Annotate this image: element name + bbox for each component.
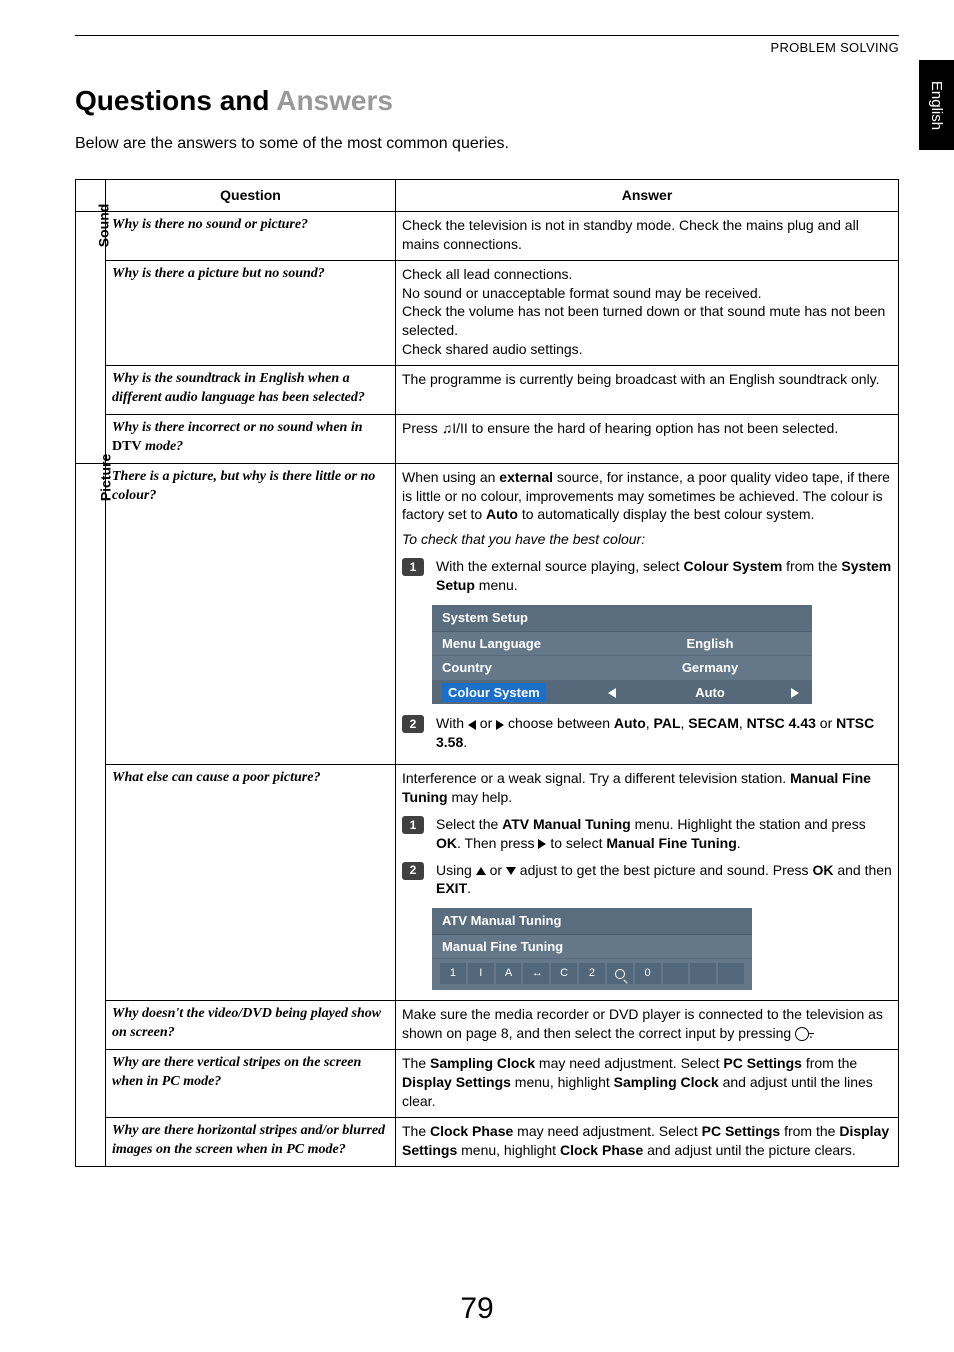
- system-setup-menu: System Setup Menu Language English Count…: [432, 605, 812, 704]
- input-select-icon: [795, 1027, 809, 1041]
- arrow-left-icon: [468, 720, 476, 730]
- step-1b-badge: 1: [402, 816, 424, 834]
- language-tab-label: English: [928, 80, 945, 129]
- atv-cell: [663, 963, 689, 984]
- colour-note: To check that you have the best colour:: [402, 530, 892, 549]
- header-question: Question: [106, 180, 396, 212]
- atv-cell: C: [551, 963, 577, 984]
- page: PROBLEM SOLVING Questions and Answers Be…: [0, 0, 954, 1187]
- a-picture-5: The Clock Phase may need adjustment. Sel…: [396, 1117, 899, 1166]
- category-picture: Picture: [76, 463, 106, 1166]
- top-rule: [75, 35, 899, 36]
- page-number: 79: [0, 1292, 954, 1326]
- qa-table: Question Answer Sound Why is there no so…: [75, 179, 899, 1167]
- title-grey: Answers: [276, 85, 393, 116]
- atv-cell: I: [468, 963, 494, 984]
- q-sound-1: Why is there no sound or picture?: [106, 211, 396, 260]
- a-picture-1: When using an external source, for insta…: [396, 463, 899, 764]
- menu-title: System Setup: [432, 605, 812, 632]
- menu-row-language: Menu Language English: [432, 632, 812, 657]
- q-picture-2: What else can cause a poor picture?: [106, 765, 396, 1001]
- atv-title: ATV Manual Tuning: [432, 908, 752, 935]
- a-sound-2-l3: Check the volume has not been turned dow…: [402, 303, 885, 338]
- arrow-right-icon: [788, 684, 802, 702]
- step-2b: 2 Using or adjust to get the best pictur…: [402, 861, 892, 899]
- arrow-right-icon: [496, 720, 504, 730]
- step-2-body: With or choose between Auto, PAL, SECAM,…: [436, 714, 892, 752]
- menu-row-coloursystem: Colour System Auto: [432, 681, 812, 705]
- a-sound-2-l1: Check all lead connections.: [402, 266, 572, 282]
- step-2-badge: 2: [402, 715, 424, 733]
- header-answer: Answer: [396, 180, 899, 212]
- q-sound-4: Why is there incorrect or no sound when …: [106, 414, 396, 463]
- menu-row-country: Country Germany: [432, 656, 812, 681]
- step-2b-body: Using or adjust to get the best picture …: [436, 861, 892, 899]
- search-icon: [615, 969, 625, 979]
- a-sound-2-l2: No sound or unacceptable format sound ma…: [402, 285, 762, 301]
- q-sound-3: Why is the soundtrack in English when a …: [106, 366, 396, 415]
- step-1-body: With the external source playing, select…: [436, 557, 892, 595]
- step-1b: 1 Select the ATV Manual Tuning menu. Hig…: [402, 815, 892, 853]
- a-sound-4: Press ♫I/II to ensure the hard of hearin…: [396, 414, 899, 463]
- atv-cell: [718, 963, 744, 984]
- q-sound-2: Why is there a picture but no sound?: [106, 260, 396, 365]
- arrow-up-icon: [476, 867, 486, 875]
- audio-mode-icon: ♫I/II: [442, 420, 468, 436]
- intro-text: Below are the answers to some of the mos…: [75, 135, 899, 153]
- arrow-down-icon: [506, 867, 516, 875]
- atv-cell: 2: [579, 963, 605, 984]
- a-sound-2-l4: Check shared audio settings.: [402, 341, 583, 357]
- language-tab: English: [919, 60, 954, 150]
- q-picture-3: Why doesn't the video/DVD being played s…: [106, 1001, 396, 1050]
- q-picture-4: Why are there vertical stripes on the sc…: [106, 1050, 396, 1118]
- title-black: Questions and: [75, 85, 276, 116]
- atv-cell: 1: [440, 963, 466, 984]
- category-sound: Sound: [76, 211, 106, 463]
- q-picture-5: Why are there horizontal stripes and/or …: [106, 1117, 396, 1166]
- page-title: Questions and Answers: [75, 85, 899, 117]
- step-1: 1 With the external source playing, sele…: [402, 557, 892, 595]
- atv-cell-search: [607, 963, 633, 984]
- a-sound-3: The programme is currently being broadca…: [396, 366, 899, 415]
- atv-cell: A: [496, 963, 522, 984]
- step-1b-body: Select the ATV Manual Tuning menu. Highl…: [436, 815, 892, 853]
- a-sound-1: Check the television is not in standby m…: [396, 211, 899, 260]
- category-picture-label: Picture: [96, 453, 115, 500]
- atv-cells: 1 I A ↔ C 2 0: [432, 959, 752, 990]
- a-picture-2: Interference or a weak signal. Try a dif…: [396, 765, 899, 1001]
- step-2b-badge: 2: [402, 862, 424, 880]
- q-picture-1: There is a picture, but why is there lit…: [106, 463, 396, 764]
- atv-cell: 0: [635, 963, 661, 984]
- a-picture-4: The Sampling Clock may need adjustment. …: [396, 1050, 899, 1118]
- step-1-badge: 1: [402, 558, 424, 576]
- atv-sub: Manual Fine Tuning: [432, 935, 752, 960]
- atv-cell: ↔: [523, 963, 549, 984]
- atv-cell: [690, 963, 716, 984]
- arrow-left-icon: [592, 684, 632, 702]
- running-head: PROBLEM SOLVING: [75, 40, 899, 55]
- a-picture-3: Make sure the media recorder or DVD play…: [396, 1001, 899, 1050]
- step-2: 2 With or choose between Auto, PAL, SECA…: [402, 714, 892, 752]
- atv-manual-tuning-menu: ATV Manual Tuning Manual Fine Tuning 1 I…: [432, 908, 752, 990]
- a-sound-2: Check all lead connections. No sound or …: [396, 260, 899, 365]
- category-sound-label: Sound: [94, 204, 113, 248]
